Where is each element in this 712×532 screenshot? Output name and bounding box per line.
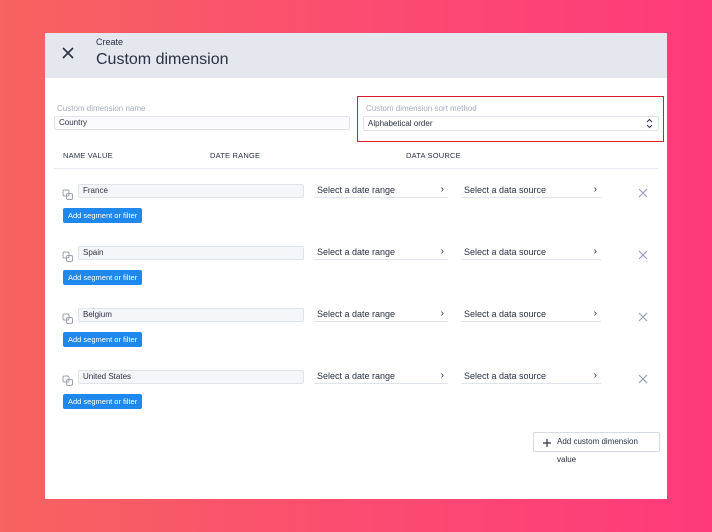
name-field-label: Custom dimension name xyxy=(57,104,146,113)
link-icon xyxy=(62,188,74,200)
data-source-label: Select a data source xyxy=(464,185,547,195)
add-custom-dimension-value-button[interactable]: Add custom dimension value xyxy=(533,432,660,464)
chevron-right-icon: › xyxy=(440,308,444,319)
dimension-value-input[interactable]: Belgium xyxy=(78,308,304,322)
data-source-label: Select a data source xyxy=(464,309,547,319)
header-subtitle: Create xyxy=(96,37,124,47)
date-range-label: Select a date range xyxy=(317,247,396,257)
close-icon[interactable] xyxy=(61,46,77,62)
sort-method-select[interactable]: Alphabetical order xyxy=(363,116,659,131)
panel-header: Create Custom dimension xyxy=(45,33,667,78)
add-segment-button[interactable]: Add segment or filter xyxy=(63,332,143,347)
remove-row-icon[interactable] xyxy=(637,310,649,322)
page-title: Custom dimension xyxy=(96,51,229,68)
dimension-value-input[interactable]: France xyxy=(78,184,304,198)
link-icon xyxy=(62,250,74,262)
column-header-date-range: DATE RANGE xyxy=(210,151,261,160)
chevron-right-icon: › xyxy=(593,184,597,195)
data-source-picker[interactable]: Select a data source › xyxy=(461,307,601,322)
chevron-right-icon: › xyxy=(440,184,444,195)
chevron-right-icon: › xyxy=(593,370,597,381)
dimension-value-row: United States Select a date range › Sele… xyxy=(45,369,667,413)
remove-row-icon[interactable] xyxy=(637,372,649,384)
data-source-picker[interactable]: Select a data source › xyxy=(461,245,601,260)
date-range-label: Select a date range xyxy=(317,309,396,319)
sort-method-value: Alphabetical order xyxy=(368,119,433,128)
sort-arrows-icon xyxy=(646,117,653,130)
dimension-value-row: France Select a date range › Select a da… xyxy=(45,183,667,227)
link-icon xyxy=(62,312,74,324)
date-range-picker[interactable]: Select a date range › xyxy=(314,307,448,322)
custom-dimension-panel: Create Custom dimension Custom dimension… xyxy=(45,33,667,499)
link-icon xyxy=(62,374,74,386)
sort-field-label: Custom dimension sort method xyxy=(366,104,477,113)
add-segment-button[interactable]: Add segment or filter xyxy=(63,270,143,285)
remove-row-icon[interactable] xyxy=(637,248,649,260)
column-header-data-source: DATA SOURCE xyxy=(406,151,461,160)
date-range-label: Select a date range xyxy=(317,185,396,195)
plus-icon xyxy=(542,437,552,447)
data-source-picker[interactable]: Select a data source › xyxy=(461,369,601,384)
dimension-value-input[interactable]: Spain xyxy=(78,246,304,260)
data-source-picker[interactable]: Select a data source › xyxy=(461,183,601,198)
chevron-right-icon: › xyxy=(593,246,597,257)
data-source-label: Select a data source xyxy=(464,247,547,257)
header-divider xyxy=(54,168,658,169)
custom-dimension-name-input[interactable]: Country xyxy=(54,116,350,130)
chevron-right-icon: › xyxy=(440,370,444,381)
chevron-right-icon: › xyxy=(440,246,444,257)
add-value-label: Add custom dimension value xyxy=(557,437,638,464)
dimension-value-input[interactable]: United States xyxy=(78,370,304,384)
remove-row-icon[interactable] xyxy=(637,186,649,198)
date-range-picker[interactable]: Select a date range › xyxy=(314,183,448,198)
add-segment-button[interactable]: Add segment or filter xyxy=(63,208,143,223)
date-range-picker[interactable]: Select a date range › xyxy=(314,245,448,260)
dimension-value-row: Spain Select a date range › Select a dat… xyxy=(45,245,667,289)
date-range-label: Select a date range xyxy=(317,371,396,381)
data-source-label: Select a data source xyxy=(464,371,547,381)
date-range-picker[interactable]: Select a date range › xyxy=(314,369,448,384)
column-header-name-value: NAME VALUE xyxy=(63,151,113,160)
dimension-value-row: Belgium Select a date range › Select a d… xyxy=(45,307,667,351)
add-segment-button[interactable]: Add segment or filter xyxy=(63,394,143,409)
chevron-right-icon: › xyxy=(593,308,597,319)
